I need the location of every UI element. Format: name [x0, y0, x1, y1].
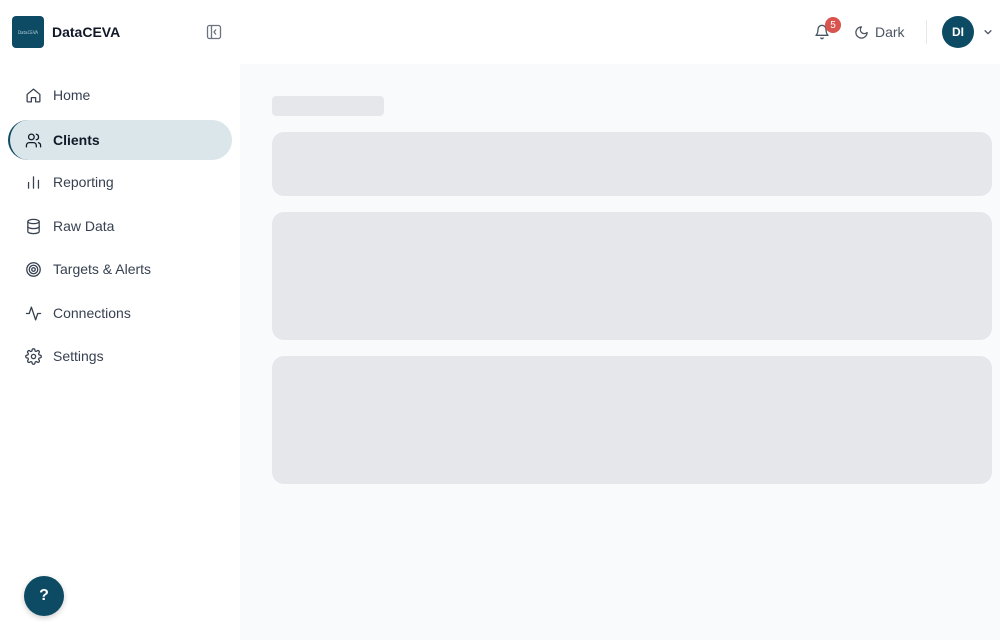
top-header: DataCEVA DataCEVA 5 Dark DI — [0, 0, 1000, 64]
sidebar-item-label: Reporting — [53, 174, 114, 190]
sidebar-item-raw-data[interactable]: Raw Data — [8, 206, 232, 246]
notifications-badge: 5 — [825, 17, 841, 33]
sidebar-item-reporting[interactable]: Reporting — [8, 162, 232, 202]
sidebar: Home Clients Reporting Raw Data Targets … — [0, 64, 240, 640]
bar-chart-icon — [24, 173, 42, 191]
sidebar-item-label: Targets & Alerts — [53, 261, 152, 277]
main-content — [240, 64, 1000, 640]
logo: DataCEVA — [12, 16, 44, 48]
theme-toggle-label: Dark — [875, 24, 905, 40]
database-icon — [24, 217, 42, 235]
sidebar-item-targets-alerts[interactable]: Targets & Alerts — [8, 249, 232, 289]
chevron-down-icon — [984, 30, 992, 35]
skeleton-card — [272, 212, 992, 340]
sidebar-item-label: Settings — [53, 348, 104, 364]
activity-icon — [24, 304, 42, 322]
sidebar-item-connections[interactable]: Connections — [8, 293, 232, 333]
sidebar-item-label: Clients — [53, 132, 100, 148]
sidebar-collapse-icon — [206, 24, 222, 40]
users-icon — [24, 131, 42, 149]
sidebar-item-clients[interactable]: Clients — [8, 120, 232, 160]
user-menu-button[interactable] — [982, 26, 994, 38]
target-icon — [24, 260, 42, 278]
sidebar-item-settings[interactable]: Settings — [8, 336, 232, 376]
help-button[interactable]: ? — [24, 576, 64, 616]
sidebar-collapse-button[interactable] — [204, 22, 224, 42]
skeleton-card — [272, 356, 992, 484]
brand[interactable]: DataCEVA DataCEVA — [12, 16, 120, 48]
sidebar-item-label: Connections — [53, 305, 131, 321]
sidebar-item-label: Home — [53, 87, 91, 103]
theme-toggle-button[interactable]: Dark — [854, 21, 905, 43]
gear-icon — [24, 347, 42, 365]
sidebar-item-home[interactable]: Home — [8, 75, 232, 115]
home-icon — [24, 86, 42, 104]
header-divider — [926, 20, 927, 44]
logo-text: DataCEVA — [17, 29, 39, 35]
user-avatar[interactable]: DI — [942, 16, 974, 48]
skeleton-card — [272, 132, 992, 196]
skeleton-title — [272, 96, 384, 116]
sidebar-item-label: Raw Data — [53, 218, 115, 234]
moon-icon — [855, 25, 868, 39]
app-name: DataCEVA — [52, 24, 121, 40]
